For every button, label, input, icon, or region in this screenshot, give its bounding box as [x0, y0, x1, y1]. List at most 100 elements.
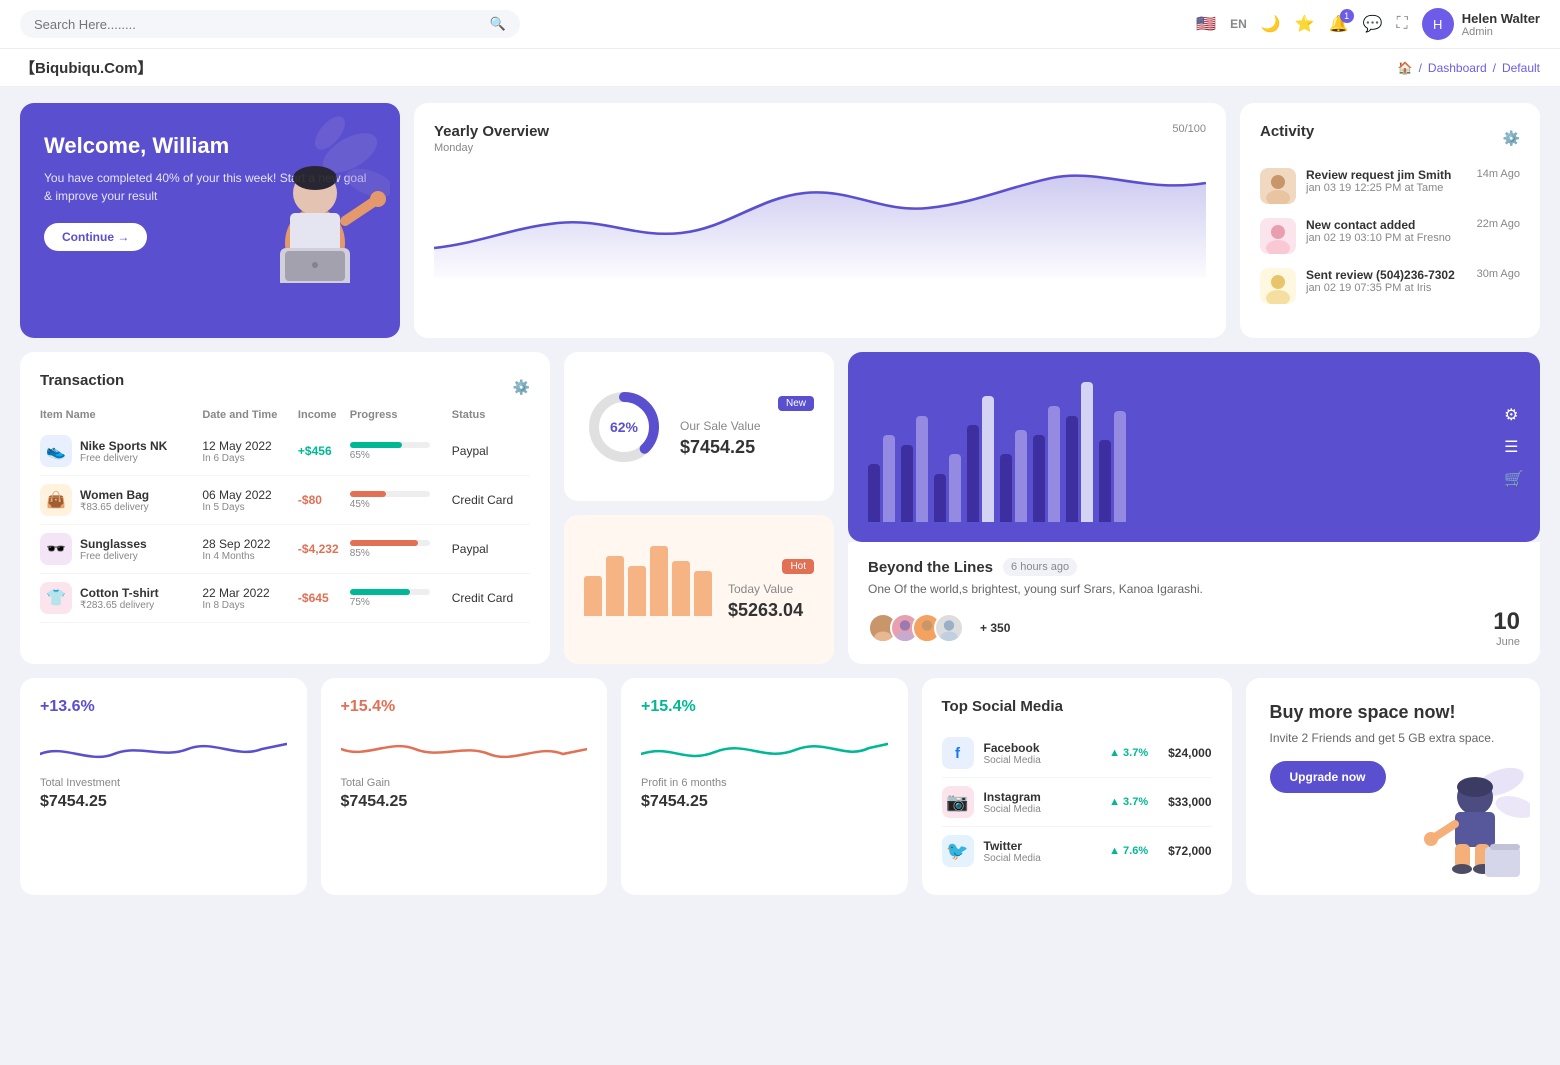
- cell-date-0: 12 May 2022 In 6 Days: [202, 427, 298, 476]
- cell-item-0: 👟 Nike Sports NK Free delivery: [40, 427, 202, 476]
- search-bar[interactable]: 🔍: [20, 10, 520, 38]
- twitter-value: $72,000: [1168, 844, 1211, 858]
- beyond-header: Beyond the Lines 6 hours ago: [868, 558, 1520, 576]
- beyond-description: One Of the world,s brightest, young surf…: [868, 582, 1520, 596]
- activity-avatar-3: [1260, 268, 1296, 304]
- table-row: 🕶️ Sunglasses Free delivery 28 Sep 2022 …: [40, 525, 530, 574]
- sale-value-label: Our Sale Value: [680, 419, 814, 433]
- beyond-date-badge: 10 June: [1493, 608, 1520, 648]
- cell-date-1: 06 May 2022 In 5 Days: [202, 476, 298, 525]
- activity-info-1: Review request jim Smith jan 03 19 12:25…: [1306, 168, 1467, 194]
- activity-time-text-3: jan 02 19 07:35 PM at Iris: [1306, 282, 1467, 294]
- instagram-sub: Social Media: [984, 804, 1100, 815]
- avatar: H: [1422, 8, 1454, 40]
- mini-bar-6: [694, 571, 712, 616]
- yearly-overview-subtitle: Monday: [434, 142, 549, 154]
- chart-settings-icon[interactable]: ☰: [1504, 437, 1524, 457]
- bar-chart-card: ⚙ ☰ 🛒: [848, 352, 1540, 542]
- transaction-table: Item Name Date and Time Income Progress …: [40, 403, 530, 623]
- bar-5-1: [1048, 406, 1060, 522]
- today-value-info: Hot Today Value $5263.04: [728, 559, 814, 621]
- activity-name-2: New contact added: [1306, 218, 1467, 232]
- sale-value-card: 62% New Our Sale Value $7454.25: [564, 352, 834, 501]
- bar-group-5: [1033, 406, 1060, 522]
- investment-wave: [40, 724, 287, 774]
- cell-status-3: Credit Card: [452, 574, 530, 623]
- chart-cart-icon[interactable]: 🛒: [1504, 469, 1524, 489]
- mini-bar-2: [606, 556, 624, 616]
- welcome-illustration: [230, 113, 390, 283]
- bar-6-1: [1081, 382, 1093, 522]
- breadcrumb-dashboard[interactable]: Dashboard: [1428, 61, 1487, 75]
- col-item-name: Item Name: [40, 403, 202, 427]
- beyond-time-ago: 6 hours ago: [1003, 558, 1077, 576]
- upgrade-button[interactable]: Upgrade now: [1270, 761, 1386, 793]
- facebook-value: $24,000: [1168, 746, 1211, 760]
- bar-1-1: [916, 416, 928, 522]
- cell-progress-3: 75%: [350, 574, 452, 623]
- transaction-gear-icon[interactable]: ⚙️: [513, 379, 530, 396]
- social-row-instagram: 📷 Instagram Social Media ▲ 3.7% $33,000: [942, 778, 1212, 827]
- facebook-icon: f: [942, 737, 974, 769]
- bar-7-1: [1114, 411, 1126, 522]
- today-value: $5263.04: [728, 600, 814, 621]
- user-details: Helen Walter Admin: [1462, 11, 1540, 38]
- social-row-facebook: f Facebook Social Media ▲ 3.7% $24,000: [942, 729, 1212, 778]
- activity-time-text-1: jan 03 19 12:25 PM at Tame: [1306, 182, 1467, 194]
- col-progress: Progress: [350, 403, 452, 427]
- activity-item: Review request jim Smith jan 03 19 12:25…: [1260, 168, 1520, 204]
- twitter-growth: ▲ 7.6%: [1109, 845, 1148, 857]
- twitter-info: Twitter Social Media: [984, 839, 1100, 864]
- fullscreen-icon[interactable]: ⛶: [1397, 15, 1408, 33]
- mini-bar-5: [672, 561, 690, 616]
- bar-0-1: [883, 435, 895, 522]
- instagram-value: $33,000: [1168, 795, 1211, 809]
- gain-label: Total Gain: [341, 777, 588, 789]
- bell-icon[interactable]: 🔔 1: [1329, 14, 1349, 34]
- bar-1-0: [901, 445, 913, 522]
- activity-name-3: Sent review (504)236-7302: [1306, 268, 1467, 282]
- hot-badge: Hot: [782, 559, 814, 574]
- mini-stat-investment: +13.6% Total Investment $7454.25: [20, 678, 307, 895]
- col-date: Date and Time: [202, 403, 298, 427]
- bar-3-0: [967, 425, 979, 522]
- bar-5-0: [1033, 435, 1045, 522]
- flag-icon: 🇺🇸: [1196, 14, 1216, 34]
- row-1: Welcome, William You have completed 40% …: [20, 103, 1540, 338]
- yearly-overview-badge: 50/100: [1172, 123, 1206, 135]
- facebook-info: Facebook Social Media: [984, 741, 1100, 766]
- bar-4-0: [1000, 454, 1012, 522]
- star-icon[interactable]: ⭐: [1295, 14, 1315, 34]
- upgrade-description: Invite 2 Friends and get 5 GB extra spac…: [1270, 731, 1517, 745]
- language-label: EN: [1230, 17, 1247, 31]
- instagram-icon: 📷: [942, 786, 974, 818]
- upgrade-card: Buy more space now! Invite 2 Friends and…: [1246, 678, 1541, 895]
- cell-status-2: Paypal: [452, 525, 530, 574]
- continue-button[interactable]: Continue →: [44, 223, 147, 251]
- bar-4-1: [1015, 430, 1027, 522]
- activity-gear-icon[interactable]: ⚙️: [1503, 130, 1520, 147]
- search-input[interactable]: [34, 17, 482, 32]
- table-row: 👜 Women Bag ₹83.65 delivery 06 May 2022 …: [40, 476, 530, 525]
- bar-group-7: [1099, 411, 1126, 522]
- bar-group-0: [868, 435, 895, 522]
- instagram-name: Instagram: [984, 790, 1100, 804]
- investment-label: Total Investment: [40, 777, 287, 789]
- chart-filter-icon[interactable]: ⚙: [1504, 405, 1524, 425]
- profit-pct: +15.4%: [641, 698, 888, 716]
- sale-value: $7454.25: [680, 437, 814, 458]
- user-name: Helen Walter: [1462, 11, 1540, 26]
- profit-label: Profit in 6 months: [641, 777, 888, 789]
- yearly-overview-card: Yearly Overview Monday 50/100: [414, 103, 1226, 338]
- beyond-footer: + 350 10 June: [868, 608, 1520, 648]
- notification-badge: 1: [1340, 9, 1354, 23]
- cell-progress-2: 85%: [350, 525, 452, 574]
- table-row: 👟 Nike Sports NK Free delivery 12 May 20…: [40, 427, 530, 476]
- moon-icon[interactable]: 🌙: [1261, 14, 1281, 34]
- investment-value: $7454.25: [40, 793, 287, 811]
- col-status: Status: [452, 403, 530, 427]
- chat-icon[interactable]: 💬: [1363, 14, 1383, 34]
- nav-right: 🇺🇸 EN 🌙 ⭐ 🔔 1 💬 ⛶ H Helen Walter Admin: [1196, 8, 1540, 40]
- home-icon[interactable]: 🏠: [1398, 61, 1413, 75]
- activity-item-2: New contact added jan 02 19 03:10 PM at …: [1260, 218, 1520, 254]
